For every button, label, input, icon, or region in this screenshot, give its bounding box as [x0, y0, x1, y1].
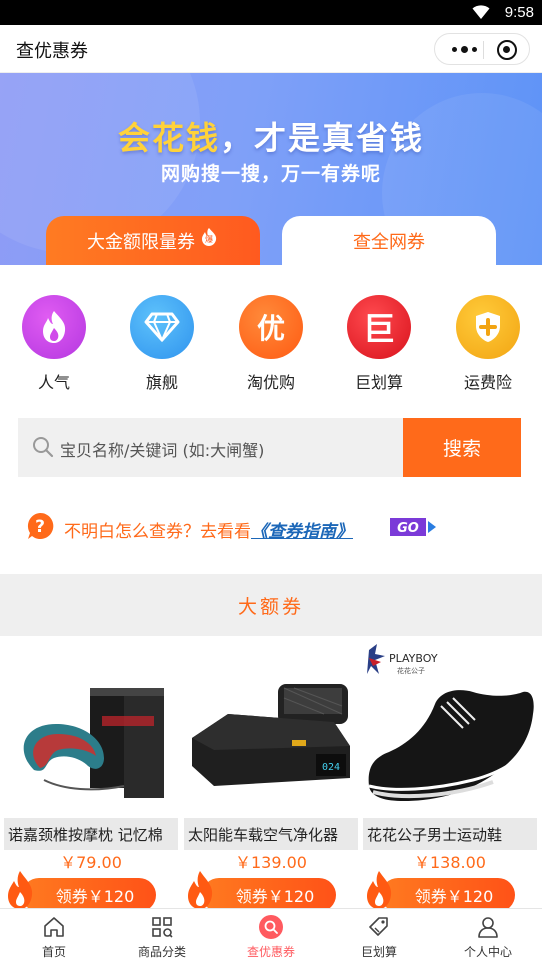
- ju-icon: 巨: [347, 295, 411, 359]
- tab-profile[interactable]: 个人中心: [434, 909, 542, 964]
- svg-text:024: 024: [322, 762, 340, 773]
- category-label: 人气: [37, 373, 70, 392]
- tab-all-coupon[interactable]: 查全网券: [282, 216, 496, 265]
- product-name: 太阳能车载空气净化器: [184, 818, 358, 850]
- product-card[interactable]: PLAYBOY 花花公子 花花公子男士运动鞋 ￥138.00 领券￥120: [363, 640, 537, 912]
- flame-icon: [188, 871, 213, 909]
- user-icon: [478, 917, 498, 938]
- product-image: PLAYBOY 花花公子: [363, 640, 537, 816]
- category-juhuasuan[interactable]: 巨 巨划算: [334, 295, 424, 393]
- product-image: 024: [184, 640, 358, 816]
- grid-icon: [152, 917, 173, 938]
- tab-big-coupon[interactable]: 大金额限量券 爆: [46, 216, 260, 265]
- category-flagship[interactable]: 旗舰: [117, 295, 207, 393]
- brand-logo-subtext: 花花公子: [397, 666, 425, 675]
- more-icon[interactable]: [449, 34, 479, 64]
- close-icon[interactable]: [497, 40, 517, 60]
- tab-label: 巨划算: [360, 945, 397, 959]
- get-coupon-button[interactable]: 领券￥120: [22, 878, 156, 912]
- you-icon: 优: [239, 295, 303, 359]
- product-image: [4, 640, 178, 816]
- search-bar: 宝贝名称/关键词 (如:大闸蟹) 搜索: [18, 418, 521, 477]
- category-label: 巨划算: [354, 373, 403, 392]
- category-shipping-insurance[interactable]: 运费险: [443, 295, 533, 393]
- flame-icon: [8, 871, 33, 909]
- guide-text: 不明白怎么查券？去看看《查券指南》: [64, 522, 353, 542]
- tag-icon: [369, 917, 388, 936]
- tab-label: 商品分类: [137, 945, 186, 959]
- tab-categories[interactable]: 商品分类: [108, 909, 216, 964]
- svg-text:?: ?: [35, 517, 45, 537]
- product-card[interactable]: 024 太阳能车载空气净化器 ￥139.00 领券￥120: [184, 640, 358, 912]
- bottom-tab-bar: 首页 商品分类 查优惠券 巨划算 个人中心: [0, 908, 542, 964]
- category-row: 人气 旗舰 优 淘优购 巨 巨划算 运费险: [0, 295, 542, 395]
- get-coupon-button[interactable]: 领券￥120: [381, 878, 515, 912]
- page-title: 查优惠券: [16, 41, 88, 62]
- section-title: 大额券: [0, 574, 542, 636]
- home-icon: [44, 917, 64, 937]
- tab-label: 个人中心: [463, 945, 512, 959]
- tab-big-coupon-label: 大金额限量券: [87, 231, 195, 253]
- capsule-divider: [483, 41, 484, 59]
- search-icon: [33, 437, 54, 458]
- banner-title: 会花钱，才是真省钱: [0, 113, 542, 159]
- tab-coupon-search[interactable]: 查优惠券: [217, 909, 325, 964]
- brand-logo-text: PLAYBOY: [389, 652, 438, 665]
- shield-plus-icon: [456, 295, 520, 359]
- question-icon: ?: [27, 512, 54, 539]
- svg-text:GO: GO: [397, 521, 419, 536]
- banner-title-highlight: 会花钱: [117, 119, 220, 157]
- flame-icon: [367, 871, 392, 909]
- flame-icon: [22, 295, 86, 359]
- category-popular[interactable]: 人气: [9, 295, 99, 393]
- tab-home[interactable]: 首页: [0, 909, 108, 964]
- status-bar: 9:58: [0, 0, 542, 25]
- tab-juhuasuan[interactable]: 巨划算: [325, 909, 433, 964]
- tab-label: 查优惠券: [246, 945, 295, 959]
- wifi-icon: [472, 5, 490, 19]
- playboy-logo: PLAYBOY 花花公子: [367, 644, 438, 675]
- coupon-guide[interactable]: ? 不明白怎么查券？去看看《查券指南》 GO: [26, 512, 506, 544]
- category-label: 运费险: [463, 373, 512, 392]
- get-coupon-button[interactable]: 领券￥120: [202, 878, 336, 912]
- hot-badge: 爆: [205, 234, 213, 244]
- search-icon: [259, 915, 283, 939]
- guide-link[interactable]: 《查券指南》: [251, 522, 353, 542]
- product-name: 花花公子男士运动鞋: [363, 818, 537, 850]
- diamond-icon: [130, 295, 194, 359]
- banner: 会花钱，才是真省钱 网购搜一搜，万一有券呢 大金额限量券 爆 查全网券: [0, 73, 542, 265]
- product-name: 诺嘉颈椎按摩枕 记忆棉: [4, 818, 178, 850]
- banner-title-rest: ，才是真省钱: [220, 119, 425, 157]
- search-input[interactable]: 宝贝名称/关键词 (如:大闸蟹): [60, 437, 264, 461]
- tab-label: 首页: [41, 945, 66, 959]
- hot-flame-icon: 爆: [202, 227, 217, 246]
- go-icon[interactable]: GO: [390, 518, 438, 536]
- clock: 9:58: [504, 4, 534, 21]
- category-label: 淘优购: [246, 373, 295, 392]
- search-button[interactable]: 搜索: [403, 418, 521, 477]
- category-label: 旗舰: [145, 373, 178, 392]
- category-taoyougou[interactable]: 优 淘优购: [226, 295, 316, 393]
- product-card[interactable]: 诺嘉颈椎按摩枕 记忆棉 ￥79.00 领券￥120: [4, 640, 178, 912]
- nav-bar: 查优惠券: [0, 25, 542, 73]
- mini-program-capsule: [434, 33, 530, 65]
- banner-subtitle: 网购搜一搜，万一有券呢: [160, 163, 381, 185]
